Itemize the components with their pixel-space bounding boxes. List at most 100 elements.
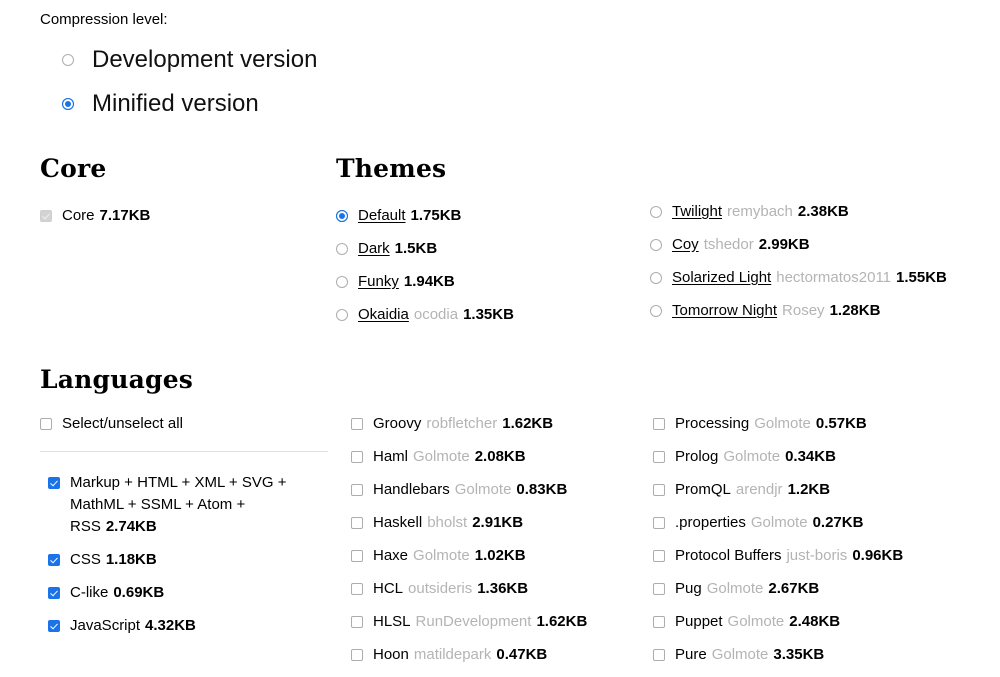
list-item[interactable]: Default 1.75KB — [336, 205, 636, 227]
item-name: Protocol Buffers — [675, 547, 782, 564]
radio-theme-funky[interactable] — [336, 276, 348, 288]
checkbox-language-hcl[interactable] — [351, 583, 363, 595]
item-name: Select/unselect all — [62, 415, 183, 432]
list-item[interactable]: Protocol Buffers just-boris 0.96KB — [653, 545, 983, 567]
item-owner: Golmote — [723, 448, 781, 465]
radio-development-version[interactable] — [62, 54, 74, 66]
list-item[interactable]: Hoon matildepark 0.47KB — [351, 644, 646, 666]
list-item[interactable]: Solarized Light hectormatos2011 1.55KB — [650, 267, 980, 289]
list-item[interactable]: Markup + HTML + XML + SVG + MathML + SSM… — [48, 472, 330, 538]
checkbox-language-protocol-buffers[interactable] — [653, 550, 665, 562]
item-name[interactable]: Dark — [358, 240, 390, 257]
item-owner: tshedor — [703, 236, 754, 253]
item-name[interactable]: Solarized Light — [672, 269, 771, 286]
radio-theme-okaidia[interactable] — [336, 309, 348, 321]
checkbox-language-javascript[interactable] — [48, 620, 60, 632]
checkbox-language-haml[interactable] — [351, 451, 363, 463]
compression-level-label: Compression level: — [40, 11, 168, 28]
list-item[interactable]: Dark 1.5KB — [336, 238, 636, 260]
checkbox-language-css[interactable] — [48, 554, 60, 566]
checkbox-language-haxe[interactable] — [351, 550, 363, 562]
list-item[interactable]: Okaidia ocodia 1.35KB — [336, 304, 636, 326]
list-item[interactable]: Pug Golmote 2.67KB — [653, 578, 983, 600]
radio-theme-default[interactable] — [336, 210, 348, 222]
list-item[interactable]: Coy tshedor 2.99KB — [650, 234, 980, 256]
languages-list-column-3: Processing Golmote 0.57KB Prolog Golmote 0.3… — [653, 413, 983, 677]
item-name[interactable]: Default — [358, 207, 406, 224]
list-item[interactable]: Handlebars Golmote 0.83KB — [351, 479, 646, 501]
list-item[interactable]: .properties Golmote 0.27KB — [653, 512, 983, 534]
checkbox-language-markup[interactable] — [48, 477, 60, 489]
list-item[interactable]: Haskell bholst 2.91KB — [351, 512, 646, 534]
radio-theme-twilight[interactable] — [650, 206, 662, 218]
list-item[interactable]: Puppet Golmote 2.48KB — [653, 611, 983, 633]
checkbox-language-processing[interactable] — [653, 418, 665, 430]
checkbox-core — [40, 210, 52, 222]
languages-select-all-row[interactable]: Select/unselect all — [40, 413, 330, 446]
themes-list-column-1: Default 1.75KB Dark 1.5KB Funky 1.94KB O… — [336, 205, 636, 326]
radio-minified-version[interactable] — [62, 98, 74, 110]
item-size: 1.2KB — [787, 481, 831, 498]
checkbox-language-c-like[interactable] — [48, 587, 60, 599]
list-item[interactable]: Haxe Golmote 1.02KB — [351, 545, 646, 567]
item-name: Puppet — [675, 613, 723, 630]
checkbox-language-groovy[interactable] — [351, 418, 363, 430]
item-owner: robfletcher — [426, 415, 498, 432]
list-item[interactable]: PromQL arendjr 1.2KB — [653, 479, 983, 501]
radio-theme-tomorrow-night[interactable] — [650, 305, 662, 317]
item-name[interactable]: Funky — [358, 273, 399, 290]
list-item[interactable]: Select/unselect all — [40, 413, 330, 435]
checkbox-language-pure[interactable] — [653, 649, 665, 661]
checkbox-language-handlebars[interactable] — [351, 484, 363, 496]
item-owner: Golmote — [454, 481, 512, 498]
list-item[interactable]: Core 7.17KB — [40, 205, 330, 227]
item-name[interactable]: Twilight — [672, 203, 722, 220]
item-owner: remybach — [727, 203, 793, 220]
languages-list-column-1: Markup + HTML + XML + SVG + MathML + SSM… — [48, 472, 330, 648]
item-name: Haxe — [373, 547, 409, 564]
item-name[interactable]: Tomorrow Night — [672, 302, 777, 319]
list-item[interactable]: Funky 1.94KB — [336, 271, 636, 293]
core-heading: Core — [40, 154, 107, 183]
list-item[interactable]: HCL outsideris 1.36KB — [351, 578, 646, 600]
radio-theme-coy[interactable] — [650, 239, 662, 251]
list-item[interactable]: JavaScript 4.32KB — [48, 615, 330, 637]
item-size: 0.83KB — [516, 481, 568, 498]
checkbox-language-puppet[interactable] — [653, 616, 665, 628]
list-item[interactable]: Processing Golmote 0.57KB — [653, 413, 983, 435]
item-owner: Golmote — [711, 646, 769, 663]
list-item[interactable]: Tomorrow Night Rosey 1.28KB — [650, 300, 980, 322]
languages-list-column-2: Groovy robfletcher 1.62KB Haml Golmote 2.08K… — [351, 413, 646, 677]
themes-list-column-2: Twilight remybach 2.38KB Coy tshedor 2.99KB … — [650, 201, 980, 333]
checkbox-language-hlsl[interactable] — [351, 616, 363, 628]
list-item[interactable]: Prolog Golmote 0.34KB — [653, 446, 983, 468]
item-name: PromQL — [675, 481, 731, 498]
list-item[interactable]: C-like 0.69KB — [48, 582, 330, 604]
radio-theme-solarized-light[interactable] — [650, 272, 662, 284]
list-item[interactable]: Twilight remybach 2.38KB — [650, 201, 980, 223]
item-owner: Golmote — [727, 613, 785, 630]
list-item[interactable]: HLSL RunDevelopment 1.62KB — [351, 611, 646, 633]
item-name: HCL — [373, 580, 404, 597]
item-size: 2.91KB — [472, 514, 524, 531]
list-item[interactable]: Groovy robfletcher 1.62KB — [351, 413, 646, 435]
checkbox-language-prolog[interactable] — [653, 451, 665, 463]
checkbox-language-haskell[interactable] — [351, 517, 363, 529]
radio-theme-dark[interactable] — [336, 243, 348, 255]
compression-option-minified[interactable]: Minified version — [62, 82, 317, 126]
core-list: Core 7.17KB — [40, 205, 330, 227]
compression-option-development[interactable]: Development version — [62, 38, 317, 82]
checkbox-language-pug[interactable] — [653, 583, 665, 595]
checkbox-language-promql[interactable] — [653, 484, 665, 496]
checkbox-language-hoon[interactable] — [351, 649, 363, 661]
list-item[interactable]: Pure Golmote 3.35KB — [653, 644, 983, 666]
list-item[interactable]: Haml Golmote 2.08KB — [351, 446, 646, 468]
item-name[interactable]: Okaidia — [358, 306, 409, 323]
checkbox-select-unselect-all[interactable] — [40, 418, 52, 430]
checkbox-language-properties[interactable] — [653, 517, 665, 529]
item-name[interactable]: Coy — [672, 236, 699, 253]
item-size: 1.94KB — [403, 273, 455, 290]
item-owner: just-boris — [786, 547, 848, 564]
list-item[interactable]: CSS 1.18KB — [48, 549, 330, 571]
item-size: 2.74KB — [105, 518, 157, 535]
